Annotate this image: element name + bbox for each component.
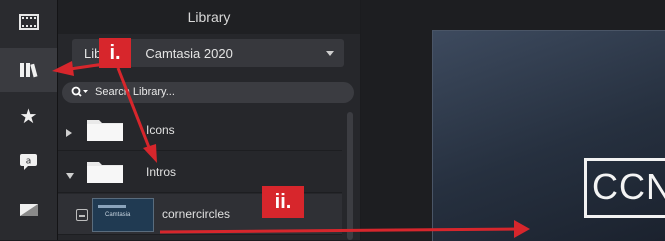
annotation-badge-ii: ii.: [262, 186, 304, 218]
annotation-badge-i: i.: [99, 38, 131, 68]
annotation-arrows: [52, 61, 530, 238]
